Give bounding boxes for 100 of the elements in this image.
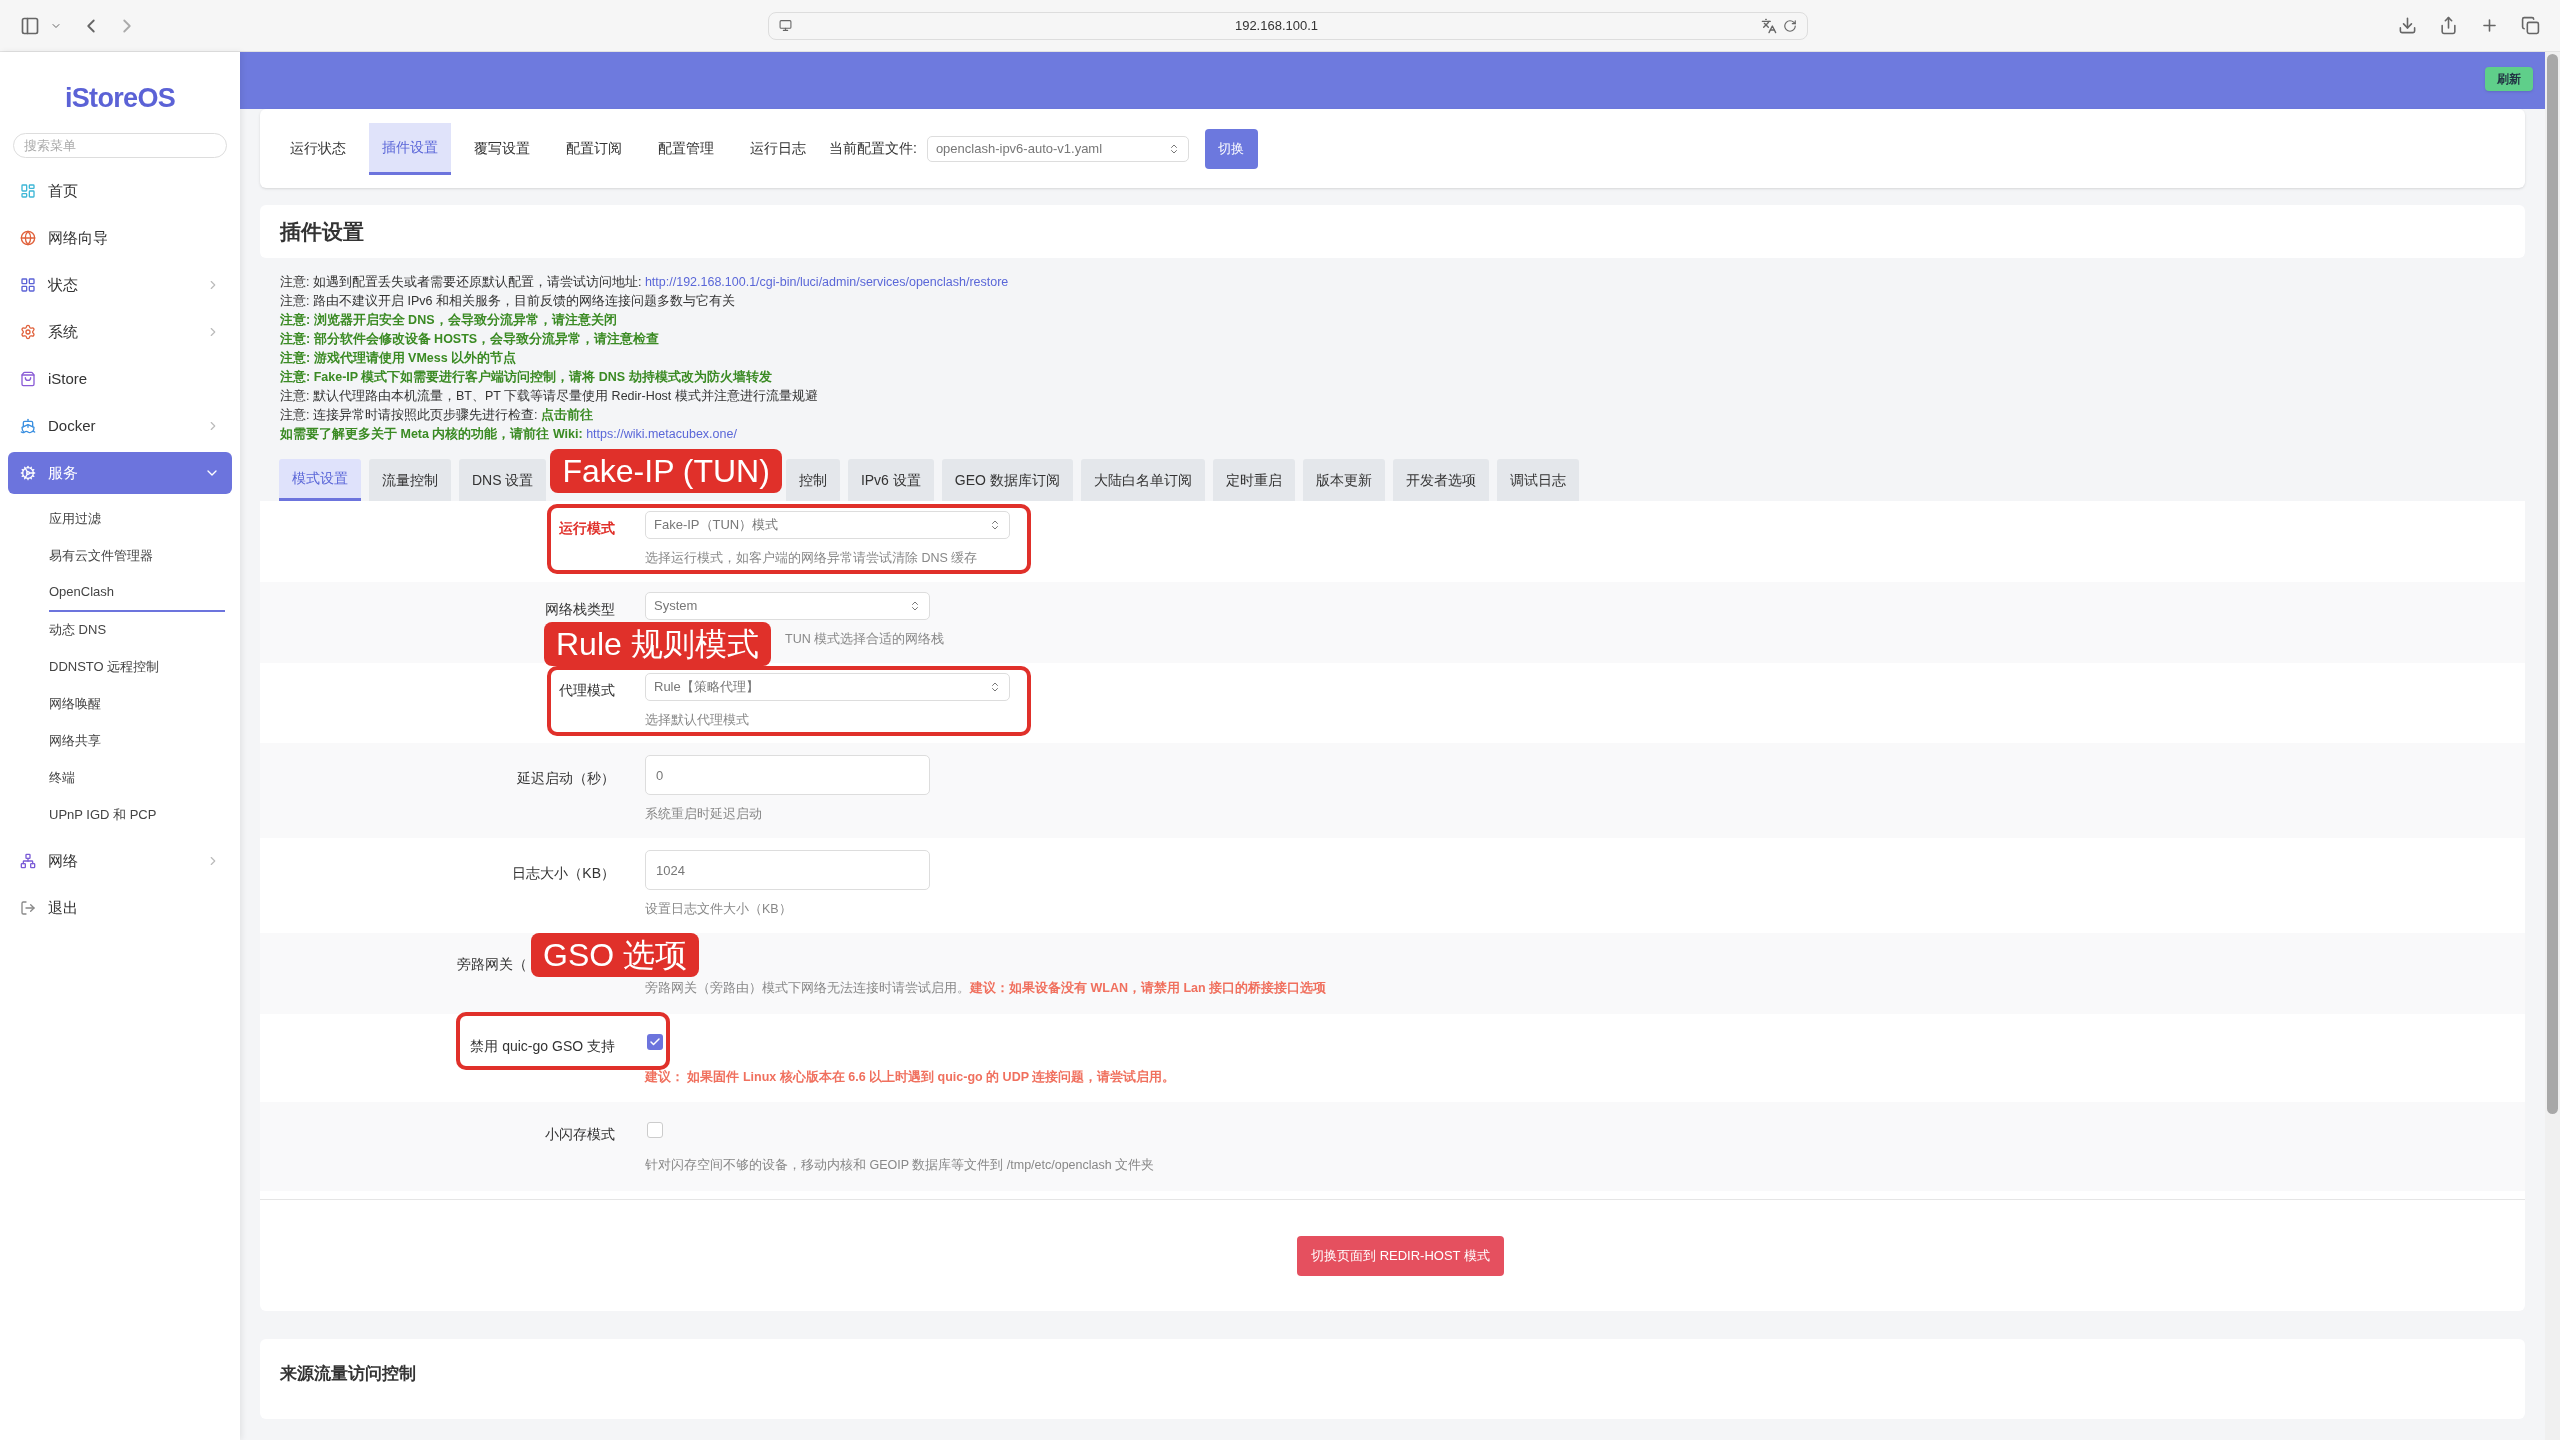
settings-tab[interactable]: 版本更新	[1302, 459, 1385, 501]
field-label: 旁路网关（	[457, 955, 527, 972]
sidebar-item[interactable]: 退出	[8, 887, 232, 929]
help-text: 建议： 如果固件 Linux 核心版本在 6.6 以上时遇到 quic-go 的 UDP 连接问题，请尝试启用。	[645, 1068, 1176, 1086]
address-bar[interactable]: 192.168.100.1	[768, 11, 1808, 40]
field-label: 延迟启动（秒）	[517, 770, 615, 787]
note-text: 注意: 默认代理路由本机流量，BT、PT 下载等请尽量使用 Redir-Host 模式并注意进行流量规避	[280, 388, 819, 405]
settings-tab[interactable]: 调试日志	[1496, 459, 1579, 501]
submenu-item[interactable]: 应用过滤	[49, 500, 225, 538]
network-icon	[20, 853, 36, 869]
help-text: 选择运行模式，如客户端的网络异常请尝试清除 DNS 缓存	[645, 550, 978, 567]
check-icon	[649, 1035, 661, 1048]
cog-icon	[20, 465, 36, 481]
reload-icon[interactable]	[1783, 18, 1797, 33]
note-text: 注意: 如遇到配置丢失或者需要还原默认配置，请尝试访问地址: http://192.168.100.1/cgi-bin/luci/admin/services/openclash/restore	[280, 274, 1010, 291]
input-field[interactable]: 0	[645, 755, 930, 796]
link[interactable]: http://192.168.100.1/cgi-bin/luci/admin/services/openclash/restore	[644, 275, 1009, 289]
updown-icon	[909, 599, 921, 612]
help-text: 系统重启时延迟启动	[645, 806, 762, 824]
select-field[interactable]: Rule【策略代理】	[645, 672, 1010, 701]
sidebar-item[interactable]: 服务	[8, 452, 232, 494]
field-label: 日志大小（KB）	[512, 865, 615, 881]
field-label: 代理模式	[559, 681, 615, 698]
grid-icon	[20, 277, 36, 293]
ship-icon	[20, 418, 36, 434]
link[interactable]: https://wiki.metacubex.one/	[586, 427, 737, 441]
refresh-button[interactable]: 刷新	[2485, 67, 2533, 91]
field-label: 网络栈类型	[545, 600, 615, 617]
field-label: 运行模式	[559, 520, 615, 536]
submenu-item[interactable]: OpenClash	[49, 574, 225, 612]
help-text: TUN 模式选择合适的网络栈	[785, 630, 945, 648]
section-title: 来源流量访问控制	[280, 1364, 416, 1383]
settings-tab[interactable]: IPv6 设置	[847, 459, 934, 501]
logo: iStoreOS	[64, 82, 176, 115]
submenu-item[interactable]: 网络唤醒	[49, 685, 225, 723]
submenu-item[interactable]: 终端	[49, 759, 225, 797]
settings-tab[interactable]: 控制	[785, 459, 840, 501]
field-label: 禁用 quic-go GSO 支持	[470, 1037, 615, 1054]
top-tab[interactable]: 插件设置	[369, 122, 451, 175]
help-text: 设置日志文件大小（KB）	[645, 901, 792, 918]
input-field[interactable]: 1024	[645, 850, 930, 890]
submenu-item[interactable]: 易有云文件管理器	[49, 537, 225, 575]
top-tab[interactable]: 配置订阅	[553, 122, 635, 175]
sidebar-item[interactable]: 状态	[8, 264, 232, 306]
settings-icon	[20, 324, 36, 340]
settings-tab[interactable]: DNS 设置	[459, 459, 547, 501]
note-text: 注意: 路由不建议开启 IPv6 和相关服务，目前反馈的网络连接问题多数与它有关	[280, 293, 736, 310]
config-file-select[interactable]: openclash-ipv6-auto-v1.yaml	[926, 135, 1189, 162]
note-text: 注意: 游戏代理请使用 VMess 以外的节点	[280, 350, 518, 367]
field-label: 小闪存模式	[545, 1126, 615, 1143]
settings-tab[interactable]: GEO 数据库订阅	[941, 459, 1073, 501]
download-icon[interactable]	[2398, 16, 2417, 35]
note-text: 注意: Fake-IP 模式下如需要进行客户端访问控制，请将 DNS 劫持模式改为防火墙转发	[280, 368, 773, 386]
top-tab[interactable]: 运行日志	[737, 122, 819, 175]
sidebar-item[interactable]: 首页	[8, 170, 232, 212]
switch-button[interactable]: 切换	[1204, 128, 1258, 169]
submenu-item[interactable]: UPnP IGD 和 PCP	[49, 796, 225, 834]
settings-tab[interactable]: 模式设置	[279, 459, 361, 501]
new-tab-icon[interactable]	[2480, 16, 2499, 35]
bag-icon	[20, 371, 36, 387]
updown-icon	[989, 519, 1001, 531]
url-text: 192.168.100.1	[1233, 16, 1320, 35]
search-field[interactable]: 搜索菜单	[13, 132, 227, 158]
tabs-overview-icon[interactable]	[2521, 16, 2540, 35]
sidebar-item[interactable]: iStore	[8, 358, 232, 400]
top-tab[interactable]: 运行状态	[277, 122, 359, 175]
settings-tab[interactable]: 开发者选项	[1392, 459, 1489, 501]
logout-icon	[20, 900, 36, 916]
sidebar-toggle-icon[interactable]	[20, 15, 40, 36]
annotation-label: Fake-IP (TUN)	[550, 449, 782, 493]
share-icon[interactable]	[2439, 16, 2458, 35]
sidebar-item[interactable]: 网络	[8, 840, 232, 882]
section-title: 插件设置	[260, 205, 2525, 258]
help-text: 旁路网关（旁路由）模式下网络无法连接时请尝试启用。建议：如果设备没有 WLAN，请禁用 Lan 接口的桥接接口选项	[645, 979, 1327, 997]
submenu-item[interactable]: 网络共享	[49, 722, 225, 760]
dashboard-icon	[20, 183, 36, 199]
translate-icon[interactable]	[1761, 17, 1777, 34]
select-field[interactable]: System	[645, 591, 930, 620]
checkbox[interactable]	[647, 1033, 663, 1050]
page-icon	[779, 19, 792, 32]
settings-tab[interactable]: 流量控制	[369, 459, 451, 501]
checkbox[interactable]	[647, 1122, 663, 1139]
scrollbar[interactable]	[2545, 52, 2560, 1440]
help-text: 选择默认代理模式	[645, 711, 749, 729]
redir-host-button[interactable]: 切换页面到 REDIR-HOST 模式	[1297, 1235, 1504, 1276]
note-text: 注意: 浏览器开启安全 DNS，会导致分流异常，请注意关闭	[280, 311, 618, 329]
select-field[interactable]: Fake-IP（TUN）模式	[645, 511, 1010, 539]
help-text: 针对闪存空间不够的设备，移动内核和 GEOIP 数据库等文件到 /tmp/etc/openclash 文件夹	[645, 1157, 1155, 1175]
globe-icon	[20, 230, 36, 246]
submenu-item[interactable]: DDNSTO 远程控制	[49, 648, 225, 686]
sidebar-item[interactable]: Docker	[8, 405, 232, 447]
settings-tab[interactable]: 大陆白名单订阅	[1080, 459, 1205, 501]
top-tab[interactable]: 覆写设置	[461, 122, 543, 175]
sidebar-item[interactable]: 系统	[8, 311, 232, 353]
sidebar-item[interactable]: 网络向导	[8, 217, 232, 259]
top-tab[interactable]: 配置管理	[645, 122, 727, 175]
settings-tab[interactable]: 定时重启	[1212, 459, 1295, 501]
submenu-item[interactable]: 动态 DNS	[49, 611, 225, 649]
note-text: 如需要了解更多关于 Meta 内核的功能，请前往 Wiki: https://wiki.metacubex.one/	[280, 426, 738, 443]
config-file-label: 当前配置文件:	[829, 139, 917, 158]
